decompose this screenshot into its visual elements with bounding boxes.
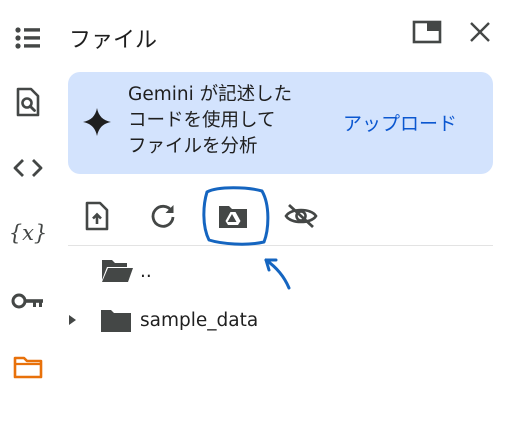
variables-x-icon: {x} bbox=[8, 221, 48, 245]
expand-arrow-icon[interactable] bbox=[65, 313, 79, 327]
secrets-button[interactable] bbox=[8, 281, 48, 321]
sparkle-icon bbox=[83, 108, 111, 136]
toc-icon bbox=[15, 27, 40, 49]
table-of-contents-button[interactable] bbox=[8, 18, 48, 58]
variables-button[interactable]: {x} bbox=[8, 213, 48, 253]
key-icon bbox=[11, 293, 43, 309]
panel-title: ファイル bbox=[69, 28, 158, 53]
folder-icon bbox=[13, 356, 43, 379]
banner-message: Gemini が記述した コードを使用して ファイルを分析 bbox=[128, 84, 293, 157]
close-panel-button[interactable] bbox=[462, 14, 498, 50]
find-in-page-icon bbox=[16, 87, 40, 117]
file-tree-row-parent[interactable]: .. bbox=[60, 254, 152, 288]
mount-drive-icon bbox=[219, 206, 247, 228]
folder-open-icon bbox=[102, 260, 133, 282]
upload-file-button[interactable] bbox=[77, 196, 117, 236]
mount-drive-button[interactable] bbox=[213, 196, 253, 236]
close-icon bbox=[470, 22, 490, 42]
gemini-banner: Gemini が記述した コードを使用して ファイルを分析 アップロード bbox=[68, 72, 493, 174]
refresh-icon bbox=[151, 204, 175, 228]
file-tree-row-sample-data[interactable]: sample_data bbox=[60, 303, 258, 337]
upload-link[interactable]: アップロード bbox=[343, 109, 457, 136]
code-brackets-icon bbox=[13, 159, 43, 177]
file-tree-item-label: sample_data bbox=[140, 309, 259, 331]
toolbar-divider bbox=[68, 245, 493, 246]
open-in-tab-button[interactable] bbox=[409, 14, 445, 50]
hide-files-icon bbox=[284, 203, 318, 229]
hide-files-button[interactable] bbox=[281, 196, 321, 236]
find-and-replace-button[interactable] bbox=[8, 82, 48, 122]
refresh-button[interactable] bbox=[143, 196, 183, 236]
folder-icon bbox=[101, 310, 131, 332]
open-in-tab-icon bbox=[412, 20, 442, 44]
nav-rail: {x} bbox=[0, 0, 56, 439]
code-snippets-button[interactable] bbox=[8, 148, 48, 188]
file-tree-item-label: .. bbox=[140, 260, 152, 282]
files-button[interactable] bbox=[8, 347, 48, 387]
upload-file-icon bbox=[85, 201, 109, 231]
